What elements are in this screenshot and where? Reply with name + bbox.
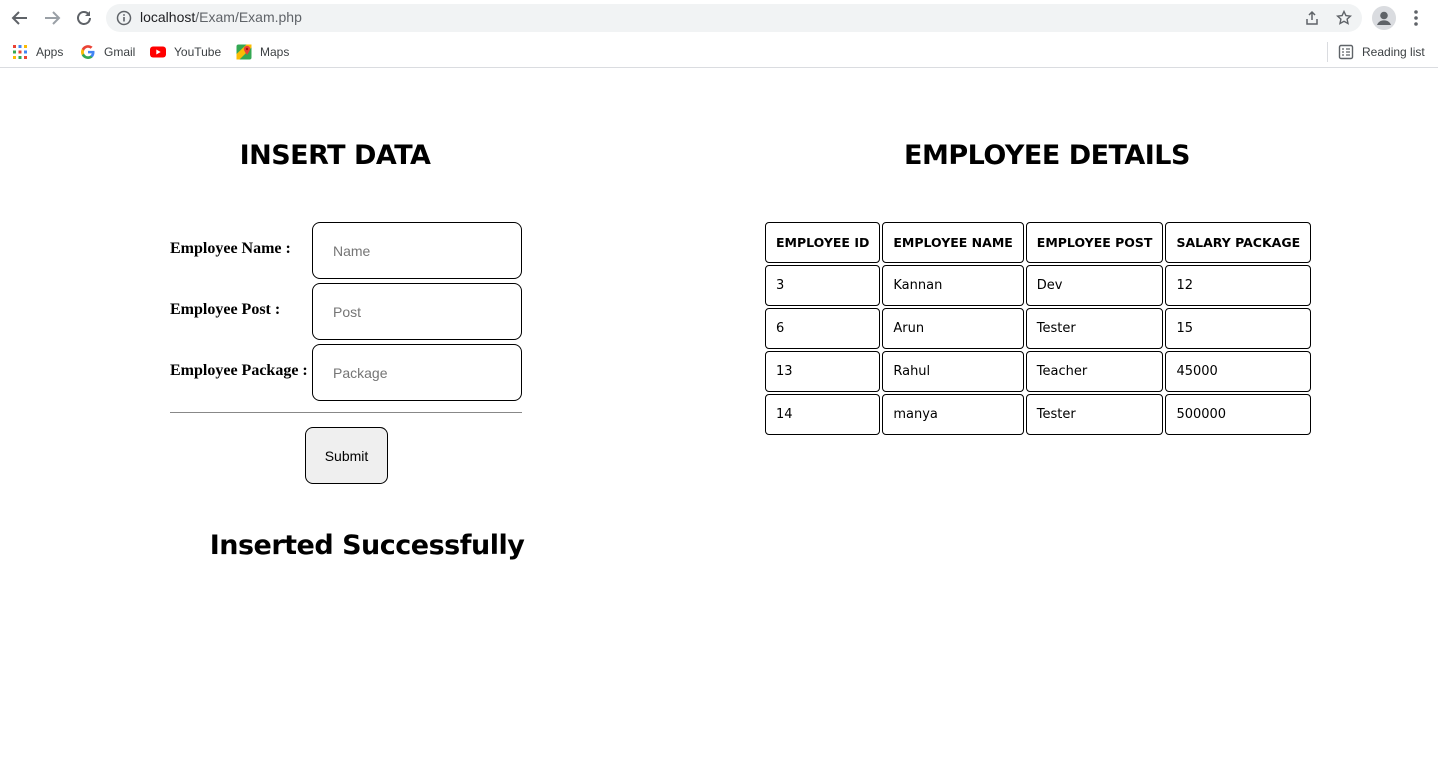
google-icon — [81, 45, 95, 59]
reload-button[interactable] — [72, 6, 96, 30]
employee-post-input[interactable] — [312, 283, 522, 340]
reading-list-label: Reading list — [1362, 45, 1425, 59]
bookmark-gmail[interactable]: Gmail — [80, 42, 135, 62]
bookmark-maps[interactable]: Maps — [236, 42, 289, 62]
success-message: Inserted Successfully — [209, 530, 525, 561]
submit-button[interactable]: Submit — [305, 427, 388, 484]
bookmarks-bar: Apps Gmail YouTube Maps Reading list — [0, 36, 1438, 68]
cell-employee-id: 6 — [765, 308, 881, 349]
table-row: 13 Rahul Teacher 45000 — [765, 351, 1312, 392]
profile-avatar[interactable] — [1372, 6, 1396, 30]
person-icon — [1372, 6, 1396, 30]
cell-employee-id: 13 — [765, 351, 881, 392]
url-host: localhost — [140, 9, 196, 25]
cell-salary-package: 500000 — [1165, 394, 1312, 435]
table-row: 14 manya Tester 500000 — [765, 394, 1312, 435]
browser-toolbar: localhost/Exam/Exam.php — [0, 0, 1438, 36]
cell-employee-post: Teacher — [1025, 351, 1164, 392]
employee-name-label: Employee Name : — [170, 240, 291, 257]
bookmark-label: Maps — [260, 45, 290, 59]
employee-post-label: Employee Post : — [170, 301, 281, 318]
bookmark-label: Gmail — [104, 45, 136, 59]
cell-employee-name: Arun — [882, 308, 1024, 349]
bookmark-label: YouTube — [174, 45, 222, 59]
employee-package-input[interactable] — [312, 344, 522, 401]
star-icon[interactable] — [1336, 10, 1352, 26]
cell-employee-name: Rahul — [882, 351, 1024, 392]
bookmark-label: Apps — [36, 45, 64, 59]
form-divider — [170, 412, 522, 413]
cell-salary-package: 12 — [1165, 265, 1312, 306]
header-employee-id: EMPLOYEE ID — [765, 222, 881, 263]
cell-employee-id: 3 — [765, 265, 881, 306]
employee-table: EMPLOYEE ID EMPLOYEE NAME EMPLOYEE POST … — [763, 220, 1313, 437]
back-button[interactable] — [8, 6, 32, 30]
forward-button[interactable] — [40, 6, 64, 30]
info-icon[interactable] — [116, 10, 132, 26]
header-employee-post: EMPLOYEE POST — [1025, 222, 1164, 263]
table-row: 3 Kannan Dev 12 — [765, 265, 1312, 306]
bookmark-separator — [1327, 42, 1328, 62]
cell-employee-post: Dev — [1025, 265, 1164, 306]
cell-employee-id: 14 — [765, 394, 881, 435]
employee-package-label: Employee Package : — [170, 362, 308, 379]
table-row: 6 Arun Tester 15 — [765, 308, 1312, 349]
youtube-icon — [150, 46, 166, 58]
header-salary-package: SALARY PACKAGE — [1165, 222, 1312, 263]
cell-employee-name: Kannan — [882, 265, 1024, 306]
cell-salary-package: 15 — [1165, 308, 1312, 349]
cell-employee-name: manya — [882, 394, 1024, 435]
address-bar[interactable]: localhost/Exam/Exam.php — [106, 4, 1362, 32]
arrow-left-icon — [11, 11, 27, 25]
apps-grid-icon — [13, 45, 27, 59]
share-icon[interactable] — [1304, 10, 1320, 26]
reload-icon — [77, 11, 91, 25]
insert-data-title: INSERT DATA — [239, 140, 431, 171]
cell-employee-post: Tester — [1025, 308, 1164, 349]
header-employee-name: EMPLOYEE NAME — [882, 222, 1024, 263]
reading-list-icon — [1338, 44, 1354, 60]
url-text: localhost/Exam/Exam.php — [140, 9, 302, 25]
table-header-row: EMPLOYEE ID EMPLOYEE NAME EMPLOYEE POST … — [765, 222, 1312, 263]
arrow-right-icon — [45, 11, 61, 25]
bookmark-apps[interactable]: Apps — [12, 42, 63, 62]
bookmark-youtube[interactable]: YouTube — [150, 42, 221, 62]
menu-button[interactable] — [1408, 6, 1424, 30]
employee-details-title: EMPLOYEE DETAILS — [904, 140, 1190, 171]
employee-name-input[interactable] — [312, 222, 522, 279]
cell-salary-package: 45000 — [1165, 351, 1312, 392]
url-path: /Exam/Exam.php — [195, 9, 302, 25]
maps-icon — [236, 44, 252, 60]
kebab-menu-icon — [1414, 10, 1418, 26]
cell-employee-post: Tester — [1025, 394, 1164, 435]
reading-list-button[interactable]: Reading list — [1338, 42, 1425, 62]
